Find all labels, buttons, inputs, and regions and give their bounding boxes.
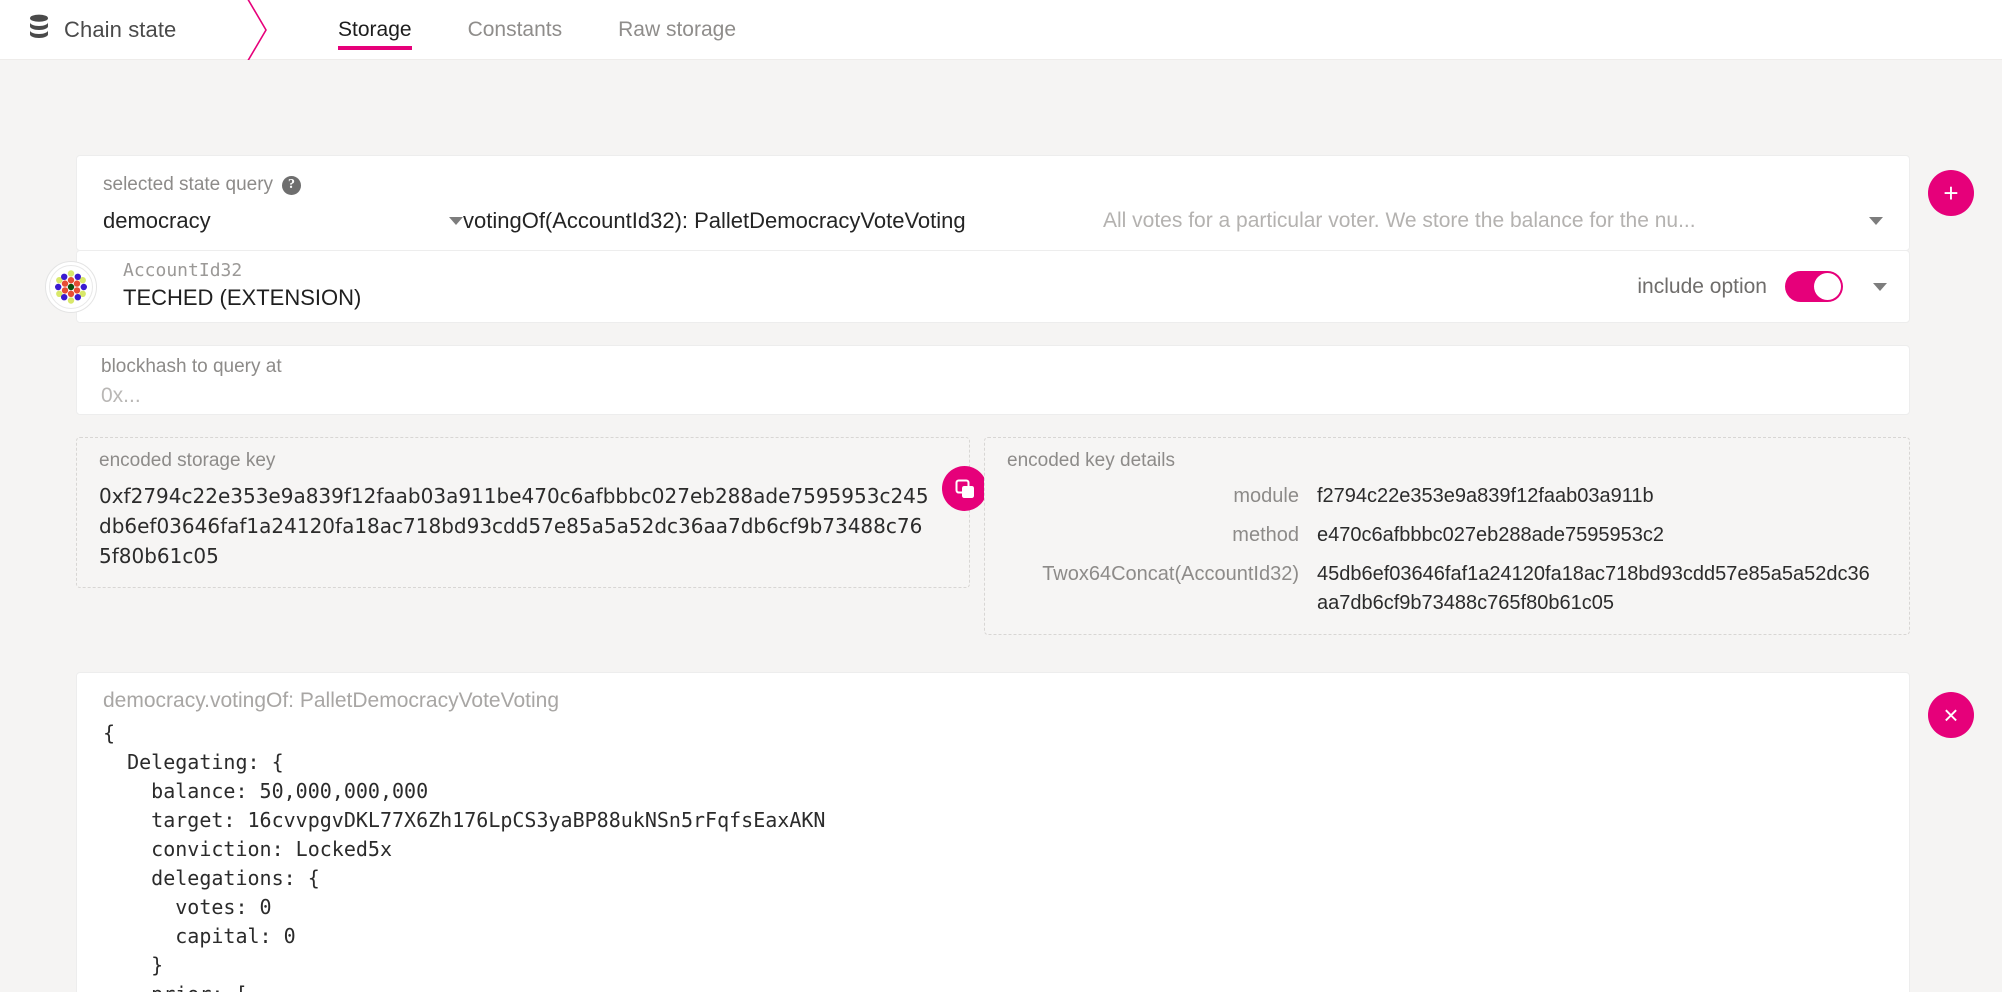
account-type-label: AccountId32 [123,260,243,282]
module-dropdown-value: democracy [103,208,211,233]
query-result-panel: democracy.votingOf: PalletDemocracyVoteV… [76,672,1910,992]
tab-storage[interactable]: Storage [310,0,440,60]
close-icon: × [1943,700,1959,730]
detail-value: e470c6afbbbc027eb288ade7595953c2 [1317,524,1665,546]
method-description[interactable]: All votes for a particular voter. We sto… [1103,209,1883,233]
account-name-value: TECHED (EXTENSION) [123,284,362,310]
tab-bar: Storage Constants Raw storage [310,0,764,60]
plus-icon: + [1943,178,1959,208]
detail-value: f2794c22e353e9a839f12faab03a911b [1317,485,1654,507]
selected-state-query-card: selected state query ? democracy votingO… [76,155,1910,251]
table-row: Twox64Concat(AccountId32) 45db6ef03646fa… [1007,560,1887,618]
detail-key: module [1233,485,1299,507]
method-dropdown-value: votingOf(AccountId32): PalletDemocracyVo… [463,208,966,233]
page-content: selected state query ? democracy votingO… [0,60,2002,992]
top-navigation-bar: Chain state Storage Constants Raw storag… [0,0,2002,65]
detail-key: method [1232,524,1299,546]
include-option-label: include option [1637,274,1767,298]
detail-key: Twox64Concat(AccountId32) [1042,563,1299,585]
database-icon [28,14,50,45]
tab-constants-label: Constants [467,17,563,41]
tab-raw-storage[interactable]: Raw storage [590,0,764,60]
account-id-input-row[interactable]: AccountId32 TECHED (EXTENSION) include o… [45,250,1910,323]
chevron-down-icon [449,217,463,225]
encoded-storage-key-panel: encoded storage key 0xf2794c22e353e9a839… [76,437,987,588]
breadcrumb-chevron-icon [232,0,292,65]
account-row-controls: include option [1637,271,1909,302]
table-row: module f2794c22e353e9a839f12faab03a911b [1007,482,1887,511]
help-circle-icon[interactable]: ? [282,175,302,195]
add-query-button[interactable]: + [1928,170,1974,216]
chevron-down-icon [1869,217,1883,225]
encoded-key-details-panel: encoded key details module f2794c22e353e… [984,437,1910,635]
tab-raw-storage-label: Raw storage [618,17,737,41]
brand-label: Chain state [64,16,177,42]
tab-constants[interactable]: Constants [440,0,591,60]
tab-storage-label: Storage [338,17,412,41]
method-dropdown[interactable]: votingOf(AccountId32): PalletDemocracyVo… [463,208,1103,234]
blockhash-placeholder: 0x... [101,384,141,407]
table-row: method e470c6afbbbc027eb288ade7595953c2 [1007,521,1887,550]
selected-state-query-label: selected state query ? [103,174,1883,196]
query-result-title: democracy.votingOf: PalletDemocracyVoteV… [103,689,560,712]
identicon-icon [49,264,93,309]
chevron-down-icon[interactable] [1873,282,1887,291]
toggle-knob [1814,273,1841,300]
avatar [45,260,97,313]
query-result-json: { Delegating: { balance: 50,000,000,000 … [103,721,826,992]
include-option-toggle[interactable] [1785,271,1843,302]
detail-value: 45db6ef03646faf1a24120fa18ac718bd93cdd57… [1317,563,1870,614]
account-text-block: AccountId32 TECHED (EXTENSION) [123,260,361,312]
blockhash-label: blockhash to query at [101,356,282,377]
encoded-key-details-label: encoded key details [1007,450,1175,471]
encoded-storage-key-label: encoded storage key [99,450,276,471]
blockhash-input[interactable]: blockhash to query at 0x... [76,345,1910,415]
selected-state-query-label-text: selected state query [103,174,274,195]
module-dropdown[interactable]: democracy [103,208,463,234]
method-description-text: All votes for a particular voter. We sto… [1103,209,1696,232]
copy-icon[interactable] [942,466,987,511]
encoded-storage-key-value: 0xf2794c22e353e9a839f12faab03a911be470c6… [99,484,929,568]
brand-chain-state: Chain state [0,0,238,60]
remove-result-button[interactable]: × [1928,692,1974,738]
state-query-selectors: democracy votingOf(AccountId32): PalletD… [103,208,1883,234]
